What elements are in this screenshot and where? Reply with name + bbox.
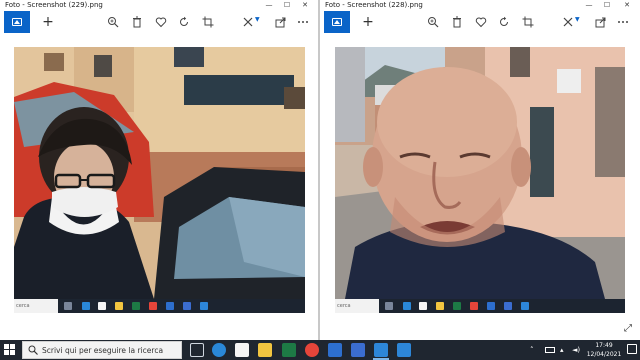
add-button[interactable]: + <box>360 14 376 30</box>
share-icon[interactable] <box>595 16 607 28</box>
expand-icon[interactable]: ⤢ <box>624 324 634 334</box>
crop-icon[interactable] <box>202 16 214 28</box>
battery-icon[interactable] <box>545 347 555 353</box>
chrome-icon[interactable] <box>305 343 319 357</box>
photo-woman-masked <box>14 47 305 299</box>
word-icon[interactable] <box>351 343 365 357</box>
crop-icon[interactable] <box>522 16 534 28</box>
minimize-button[interactable]: — <box>582 0 596 11</box>
photos-icon <box>166 302 174 310</box>
search-icon <box>28 345 38 355</box>
windows-taskbar: Scrivi qui per eseguire la ricerca ˄ ▴ ◄… <box>0 340 640 360</box>
clock-time: 17:49 <box>595 342 613 349</box>
folder-icon <box>115 302 123 310</box>
excel-icon <box>132 302 140 310</box>
photo-bald-man <box>335 47 625 299</box>
clock-date: 12/04/2021 <box>586 351 622 358</box>
delete-icon[interactable] <box>131 16 143 28</box>
delete-icon[interactable] <box>451 16 463 28</box>
windows-logo-icon <box>4 344 9 349</box>
favorite-icon[interactable] <box>475 16 487 28</box>
more-icon[interactable] <box>617 16 629 28</box>
start-button[interactable] <box>4 344 16 356</box>
window-title: Foto - Screenshot (228).png <box>325 1 423 9</box>
store-icon <box>98 302 106 310</box>
photos-window-right: Foto - Screenshot (228).png — ☐ ✕ + ▼ ce… <box>320 0 640 340</box>
window-title: Foto - Screenshot (229).png <box>5 1 103 9</box>
more-icon[interactable] <box>297 16 309 28</box>
excel-icon <box>453 302 461 310</box>
zoom-icon[interactable] <box>107 16 119 28</box>
title-bar[interactable]: Foto - Screenshot (229).png — ☐ ✕ <box>0 0 318 11</box>
photo-icon <box>332 18 342 26</box>
edge-icon <box>82 302 90 310</box>
add-button[interactable]: + <box>40 14 56 30</box>
close-button[interactable]: ✕ <box>298 0 312 11</box>
rotate-icon[interactable] <box>498 16 510 28</box>
chevron-down-icon[interactable]: ▼ <box>255 17 261 23</box>
photos-app-icon[interactable] <box>373 343 389 360</box>
store-icon[interactable] <box>235 343 249 357</box>
chevron-up-icon[interactable]: ˄ <box>530 344 534 356</box>
zoom-icon[interactable] <box>427 16 439 28</box>
home-photo-button[interactable] <box>324 11 350 33</box>
title-bar[interactable]: Foto - Screenshot (228).png — ☐ ✕ <box>320 0 640 11</box>
word-icon <box>183 302 191 310</box>
close-button[interactable]: ✕ <box>620 0 634 11</box>
edge-icon <box>403 302 411 310</box>
minimize-button[interactable]: — <box>262 0 276 11</box>
photo-icon <box>12 18 22 26</box>
word-icon <box>504 302 512 310</box>
task-view-icon <box>385 302 393 310</box>
chrome-icon <box>470 302 478 310</box>
edit-icon[interactable] <box>242 16 254 28</box>
desktop: Foto - Screenshot (229).png — ☐ ✕ + ▼ ce… <box>0 0 640 360</box>
screenshot-taskbar: cerca <box>14 299 305 313</box>
task-view-icon[interactable] <box>190 343 204 357</box>
screenshot-search-field: cerca <box>14 299 58 313</box>
edge-icon[interactable] <box>212 343 226 357</box>
photos-app-icon <box>200 302 208 310</box>
notification-icon[interactable] <box>627 344 637 354</box>
screenshot-search-field: cerca <box>335 299 379 313</box>
chrome-icon <box>149 302 157 310</box>
share-icon[interactable] <box>275 16 287 28</box>
favorite-icon[interactable] <box>155 16 167 28</box>
edit-icon[interactable] <box>562 16 574 28</box>
folder-icon <box>436 302 444 310</box>
file-explorer-icon[interactable] <box>258 343 272 357</box>
photos-window-left: Foto - Screenshot (229).png — ☐ ✕ + ▼ ce… <box>0 0 318 340</box>
volume-icon[interactable]: ◄) <box>572 344 580 356</box>
network-icon[interactable]: ▴ <box>560 344 564 356</box>
photos-app-icon-2[interactable] <box>397 343 411 357</box>
photos-app-icon <box>521 302 529 310</box>
photo-toolbar: + ▼ <box>320 11 640 33</box>
taskbar-search-input[interactable]: Scrivi qui per eseguire la ricerca <box>22 341 182 359</box>
chevron-down-icon[interactable]: ▼ <box>575 17 581 23</box>
rotate-icon[interactable] <box>178 16 190 28</box>
task-view-icon <box>64 302 72 310</box>
photos-icon <box>487 302 495 310</box>
system-clock[interactable]: 17:49 12/04/2021 <box>584 341 624 359</box>
excel-icon[interactable] <box>282 343 296 357</box>
home-photo-button[interactable] <box>4 11 30 33</box>
photos-icon[interactable] <box>328 343 342 357</box>
maximize-button[interactable]: ☐ <box>280 0 294 11</box>
store-icon <box>419 302 427 310</box>
search-placeholder: Scrivi qui per eseguire la ricerca <box>42 346 164 355</box>
screenshot-taskbar: cerca <box>335 299 625 313</box>
photo-toolbar: + ▼ <box>0 11 318 33</box>
maximize-button[interactable]: ☐ <box>600 0 614 11</box>
